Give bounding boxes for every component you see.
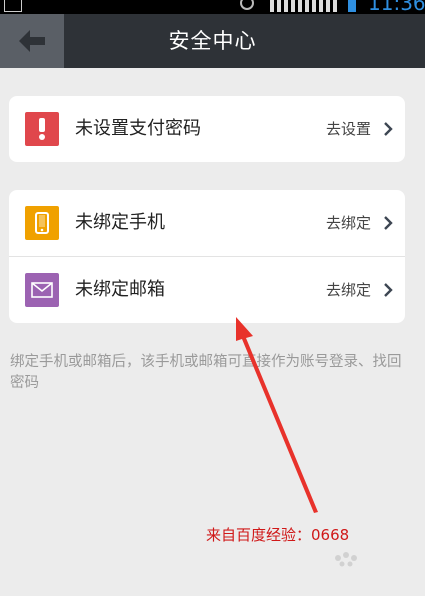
chevron-right-icon xyxy=(384,216,393,230)
bind-email-action: 去绑定 xyxy=(325,281,371,299)
title-bar: 安全中心 xyxy=(0,14,425,68)
chevron-right-icon xyxy=(384,283,393,297)
annotation-text: 来自百度经验：0668 xyxy=(206,526,350,544)
status-time: 11:36 xyxy=(368,0,425,14)
battery-icon xyxy=(348,0,356,12)
alarm-icon xyxy=(240,0,254,10)
set-payment-action: 去设置 xyxy=(325,120,371,138)
bind-phone-label: 未绑定手机 xyxy=(75,212,165,233)
bind-email-label: 未绑定邮箱 xyxy=(75,279,165,300)
payment-card: 未设置支付密码 去设置 xyxy=(9,96,405,162)
status-bar: 11:36 xyxy=(0,0,425,14)
page-title: 安全中心 xyxy=(168,29,257,53)
signal-icon xyxy=(270,0,340,12)
baidu-watermark-logo xyxy=(335,552,357,567)
bind-phone-action: 去绑定 xyxy=(325,214,371,232)
envelope-icon xyxy=(25,273,59,307)
back-button[interactable] xyxy=(0,14,64,68)
phone-icon xyxy=(25,206,59,240)
binding-hint-text: 绑定手机或邮箱后，该手机或邮箱可直接作为账号登录、找回密码 xyxy=(10,354,402,391)
picture-notification-icon xyxy=(4,0,22,12)
binding-card: 未绑定手机 去绑定 未绑定邮箱 去绑定 xyxy=(9,190,405,323)
payment-password-label: 未设置支付密码 xyxy=(75,118,201,139)
exclamation-icon xyxy=(25,112,59,146)
bind-email-row[interactable]: 未绑定邮箱 去绑定 xyxy=(9,257,405,323)
arrow-left-icon xyxy=(19,30,45,52)
set-payment-password-row[interactable]: 未设置支付密码 去设置 xyxy=(9,96,405,162)
bind-phone-row[interactable]: 未绑定手机 去绑定 xyxy=(9,190,405,256)
chevron-right-icon xyxy=(384,122,393,136)
